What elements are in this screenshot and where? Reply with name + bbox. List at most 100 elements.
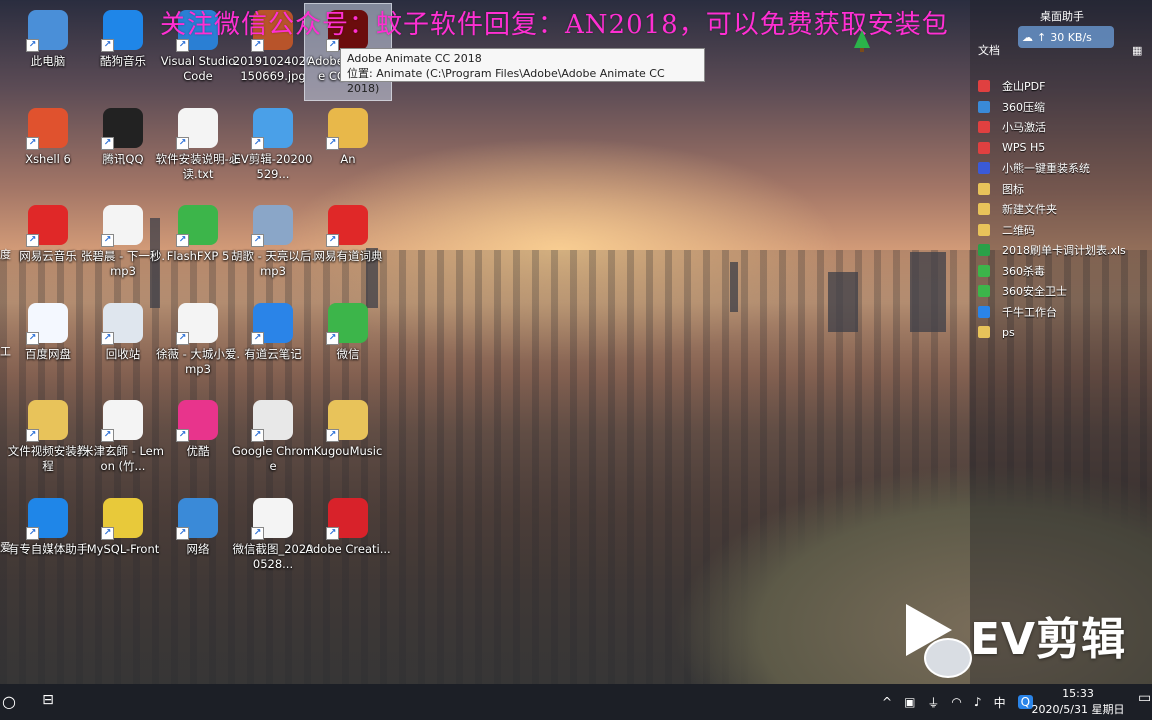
desktop-icon[interactable]: ↗ 胡歌 - 天亮以后.mp3 bbox=[230, 199, 316, 295]
desktop-helper-item[interactable]: 小马激活 bbox=[978, 117, 1148, 138]
desktop-icon-label: 微信截图_20200528... bbox=[232, 542, 314, 571]
desktop-icon[interactable]: ↗ 网易有道词典 bbox=[305, 199, 391, 295]
xshell-icon: ↗ bbox=[26, 108, 68, 150]
desktop-icon[interactable]: ↗ 网易云音乐 bbox=[5, 199, 91, 295]
wallpaper-tower bbox=[828, 272, 858, 332]
ime-indicator[interactable]: 中 bbox=[994, 694, 1006, 711]
desktop-helper-item[interactable]: 金山PDF bbox=[978, 76, 1148, 97]
grid-view-icon[interactable]: ▦ bbox=[1132, 44, 1142, 57]
wechat-icon: ↗ bbox=[326, 303, 368, 345]
desktop-helper-item[interactable]: ps bbox=[978, 322, 1148, 343]
desktop-icon-label: KugouMusic bbox=[313, 444, 383, 458]
app-shortcut-icon bbox=[978, 326, 990, 339]
desktop-icon[interactable]: ↗ Xshell 6 bbox=[5, 102, 91, 198]
desktop-icon[interactable]: ↗ 百度网盘 bbox=[5, 297, 91, 393]
tooltip-location: 位置: Animate (C:\Program Files\Adobe\Adob… bbox=[347, 67, 665, 95]
clock-date: 2020/5/31 星期日 bbox=[1031, 703, 1125, 716]
shortcut-arrow-icon: ↗ bbox=[101, 39, 114, 52]
desktop-helper-item-label: WPS H5 bbox=[1002, 141, 1046, 155]
desktop-helper-item-label: 360压缩 bbox=[1002, 100, 1045, 114]
desktop-icon[interactable]: ↗ MySQL-Front bbox=[80, 492, 166, 588]
desktop-icon[interactable]: ↗ 回收站 bbox=[80, 297, 166, 393]
desktop-helper-item[interactable]: 360安全卫士 bbox=[978, 281, 1148, 302]
ev-mascot-icon bbox=[924, 638, 972, 678]
shortcut-arrow-icon: ↗ bbox=[101, 429, 114, 442]
app-shortcut-icon bbox=[978, 80, 990, 93]
search-icon[interactable]: ○ bbox=[0, 684, 16, 720]
app-shortcut-icon bbox=[978, 244, 990, 257]
wallpaper-tower bbox=[910, 252, 946, 332]
desktop-helper-item[interactable]: 图标 bbox=[978, 179, 1148, 200]
desktop-icon[interactable]: ↗ 微信截图_20200528... bbox=[230, 492, 316, 588]
desktop-icon[interactable]: ↗ 优酷 bbox=[155, 394, 241, 490]
upload-arrow-icon: ↑ bbox=[1037, 30, 1047, 44]
desktop-icon[interactable]: ↗ 米津玄師 - Lemon (竹... bbox=[80, 394, 166, 490]
desktop-helper-list: 金山PDF 360压缩小马激活 WPS H5 小熊一键重装系统 图标 新建文件夹 二维码 20… bbox=[978, 76, 1148, 343]
desktop-icon[interactable]: ↗ EV剪辑-20200529... bbox=[230, 102, 316, 198]
desktop-icon[interactable]: ↗ KugouMusic bbox=[305, 394, 391, 490]
desktop-icon[interactable]: ↗ 微信 bbox=[305, 297, 391, 393]
desktop-icon[interactable]: ↗ FlashFXP 5 bbox=[155, 199, 241, 295]
desktop-icon[interactable]: ↗ 有专自媒体助手 bbox=[5, 492, 91, 588]
taskbar-clock[interactable]: 15:33 2020/5/31 星期日 bbox=[1030, 686, 1126, 718]
partial-icon-label: 度 bbox=[0, 248, 11, 261]
app-shortcut-icon bbox=[978, 285, 990, 298]
desktop-icon-label: Adobe Creati... bbox=[305, 542, 391, 556]
desktop-icon-label: 网易有道词典 bbox=[313, 249, 383, 263]
desktop-helper-item[interactable]: 2018刷单卡调计划表.xls bbox=[978, 240, 1148, 261]
desktop-helper-item[interactable]: 千牛工作台 bbox=[978, 302, 1148, 323]
youku-icon: ↗ bbox=[176, 400, 218, 442]
app-shortcut-icon bbox=[978, 121, 990, 134]
desktop-icon[interactable]: ↗ 此电脑 bbox=[5, 4, 91, 100]
app-shortcut-icon bbox=[978, 223, 990, 236]
desktop-icon-label: 回收站 bbox=[105, 347, 141, 361]
desktop-icon[interactable]: ↗ 酷狗音乐 bbox=[80, 4, 166, 100]
netease-music-icon: ↗ bbox=[26, 205, 68, 247]
wifi-icon[interactable]: ◠ bbox=[951, 695, 961, 709]
ev-video-icon: ↗ bbox=[251, 108, 293, 150]
qq-icon: ↗ bbox=[101, 108, 143, 150]
desktop-icon-label: 腾讯QQ bbox=[102, 152, 144, 166]
desktop-icon[interactable]: ↗ 软件安装说明-必读.txt bbox=[155, 102, 241, 198]
app-shortcut-icon bbox=[978, 162, 990, 175]
shortcut-arrow-icon: ↗ bbox=[101, 137, 114, 150]
shortcut-arrow-icon: ↗ bbox=[101, 332, 114, 345]
desktop-icon[interactable]: ↗ Adobe Creati... bbox=[305, 492, 391, 588]
desktop-icon[interactable]: ↗ 徐薇 - 大城小爱.mp3 bbox=[155, 297, 241, 393]
desktop-icon-label: EV剪辑-20200529... bbox=[233, 152, 313, 181]
desktop-icon-label: 米津玄師 - Lemon (竹... bbox=[82, 444, 164, 473]
desktop-icon[interactable]: ↗ Google Chrome bbox=[230, 394, 316, 490]
album-icon: ↗ bbox=[251, 205, 293, 247]
tray-chevron-icon[interactable]: ^ bbox=[882, 695, 892, 709]
desktop-helper-item[interactable]: 360杀毒 bbox=[978, 261, 1148, 282]
shortcut-arrow-icon: ↗ bbox=[326, 332, 339, 345]
desktop-helper-item[interactable]: 小熊一键重装系统 bbox=[978, 158, 1148, 179]
shortcut-arrow-icon: ↗ bbox=[176, 429, 189, 442]
desktop-icon[interactable]: ↗ 有道云笔记 bbox=[230, 297, 316, 393]
desktop-icon[interactable]: ↗ 腾讯QQ bbox=[80, 102, 166, 198]
partial-icon-label: 爱 bbox=[0, 541, 11, 554]
tray-app-icon[interactable]: ▣ bbox=[904, 695, 915, 709]
tree-icon[interactable] bbox=[854, 30, 870, 52]
desktop-icon-label: 文件视频安装教程 bbox=[7, 444, 89, 473]
shortcut-arrow-icon: ↗ bbox=[101, 527, 114, 540]
desktop-helper-item[interactable]: WPS H5 bbox=[978, 138, 1148, 159]
desktop-icon[interactable]: ↗ 网络 bbox=[155, 492, 241, 588]
cloud-icon: ☁ bbox=[1022, 30, 1033, 44]
task-view-icon[interactable]: ⊟ bbox=[38, 692, 58, 710]
youdao-dict-icon: ↗ bbox=[326, 205, 368, 247]
desktop-icon[interactable]: ↗ 张碧晨 - 下一秒.mp3 bbox=[80, 199, 166, 295]
notification-center-icon[interactable]: ▭ bbox=[1138, 690, 1151, 706]
shortcut-arrow-icon: ↗ bbox=[326, 234, 339, 247]
power-plug-icon[interactable]: ⏚ bbox=[927, 694, 939, 711]
desktop-helper-item[interactable]: 360压缩 bbox=[978, 97, 1148, 118]
desktop-icon[interactable]: ↗ 文件视频安装教程 bbox=[5, 394, 91, 490]
app-shortcut-icon bbox=[978, 305, 990, 318]
network-speed-badge[interactable]: ☁ ↑ 30 KB/s bbox=[1018, 26, 1114, 48]
shortcut-arrow-icon: ↗ bbox=[26, 234, 39, 247]
volume-icon[interactable]: ♪ bbox=[974, 695, 982, 709]
shortcut-arrow-icon: ↗ bbox=[326, 527, 339, 540]
desktop-icon[interactable]: ↗ An bbox=[305, 102, 391, 198]
desktop-helper-item[interactable]: 二维码 bbox=[978, 220, 1148, 241]
desktop-helper-item[interactable]: 新建文件夹 bbox=[978, 199, 1148, 220]
